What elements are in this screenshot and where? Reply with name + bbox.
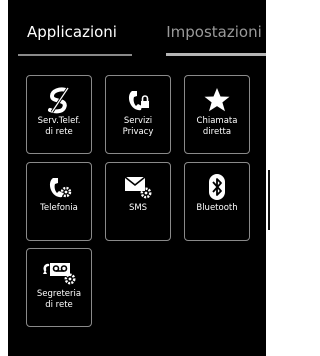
star-icon (185, 84, 249, 116)
tile-label-line2: Privacy (122, 127, 154, 137)
tile-label: Telefonia (29, 203, 89, 214)
tile-label-line1: Chiamata (196, 116, 238, 126)
tile-voicemail[interactable]: Segreteria di rete (26, 248, 92, 327)
voicemail-settings-icon (27, 257, 91, 289)
tab-bar: Applicazioni Impostazioni (8, 0, 266, 60)
tile-label: Serv.Telef. di rete (29, 116, 89, 138)
privacy-services-icon (106, 84, 170, 116)
tile-label: SMS (108, 203, 168, 214)
tab-divider (18, 54, 132, 56)
active-tab-indicator (166, 53, 266, 56)
tile-privacy-services[interactable]: Servizi Privacy (105, 75, 171, 154)
tile-label-line1: Telefonia (40, 203, 78, 213)
tile-label-line2: diretta (202, 127, 232, 137)
telephony-settings-icon (27, 171, 91, 203)
tab-applications[interactable]: Applicazioni (12, 21, 132, 43)
tile-label-line2: di rete (45, 300, 73, 310)
tile-label-line1: SMS (128, 203, 148, 213)
tab-settings[interactable]: Impostazioni (162, 21, 266, 43)
tile-direct-call[interactable]: Chiamata diretta (184, 75, 250, 154)
tile-label: Servizi Privacy (108, 116, 168, 138)
network-services-icon (27, 84, 91, 116)
tile-bluetooth[interactable]: Bluetooth (184, 162, 250, 241)
tile-label: Bluetooth (187, 203, 247, 214)
tile-label: Chiamata diretta (187, 116, 247, 138)
sms-settings-icon (106, 171, 170, 203)
scroll-edge-marker (268, 170, 270, 230)
tile-label-line2: di rete (45, 127, 73, 137)
tile-label-line1: Serv.Telef. (37, 116, 81, 126)
tile-telephony[interactable]: Telefonia (26, 162, 92, 241)
tile-network-services[interactable]: Serv.Telef. di rete (26, 75, 92, 154)
tile-label-line1: Segreteria (36, 289, 82, 299)
phone-screen: Applicazioni Impostazioni Serv.Telef. di… (8, 0, 266, 356)
tile-sms[interactable]: SMS (105, 162, 171, 241)
bluetooth-icon (185, 171, 249, 203)
tile-label-line1: Bluetooth (196, 203, 238, 213)
tile-label-line1: Servizi (123, 116, 153, 126)
tile-label: Segreteria di rete (29, 289, 89, 311)
